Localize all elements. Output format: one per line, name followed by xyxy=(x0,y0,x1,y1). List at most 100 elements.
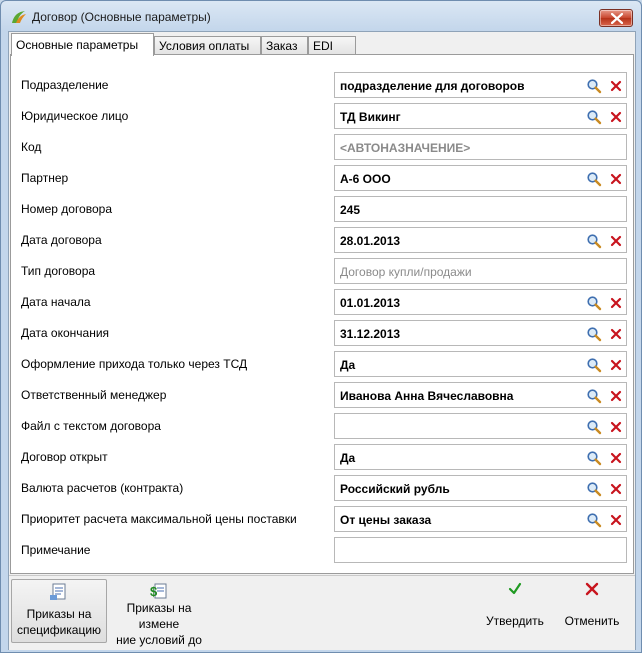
magnifier-icon[interactable] xyxy=(586,233,602,249)
field-value: Да xyxy=(340,358,356,372)
field-label: Договор открыт xyxy=(21,450,108,464)
field-input[interactable]: 31.12.2013 xyxy=(334,320,627,346)
magnifier-icon[interactable] xyxy=(586,357,602,373)
form-row: Тип договора Договор купли/продажи xyxy=(11,258,633,284)
tab-strip: Основные параметры Условия оплаты Заказ … xyxy=(10,33,630,56)
button-label: измене xyxy=(138,617,180,631)
button-label: Утвердить xyxy=(486,614,544,628)
field-input[interactable]: <АВТОНАЗНАЧЕНИЕ> xyxy=(334,134,627,160)
field-input[interactable]: Иванова Анна Вячеславовна xyxy=(334,382,627,408)
field-input[interactable]: подразделение для договоров xyxy=(334,72,627,98)
main-params-panel: Подразделение подразделение для договоров… xyxy=(10,54,634,574)
field-input[interactable]: Да xyxy=(334,444,627,470)
magnifier-icon[interactable] xyxy=(586,171,602,187)
condition-change-orders-button[interactable]: $ Приказы на измене ние условий до xyxy=(111,579,207,647)
red-x-icon[interactable] xyxy=(608,419,624,435)
svg-text:$: $ xyxy=(150,584,158,599)
tab-main-params[interactable]: Основные параметры xyxy=(11,33,154,56)
field-value: Российский рубль xyxy=(340,482,450,496)
button-label: Приказы на xyxy=(26,607,92,621)
form-row: Юридическое лицо ТД Викинг xyxy=(11,103,633,129)
magnifier-icon[interactable] xyxy=(586,295,602,311)
field-value: 31.12.2013 xyxy=(340,327,401,341)
field-value: А-6 ООО xyxy=(340,172,391,186)
field-value: Да xyxy=(340,451,356,465)
tab-label: Условия оплаты xyxy=(159,39,250,53)
red-x-icon[interactable] xyxy=(608,295,624,311)
field-value: 245 xyxy=(340,203,361,217)
form-row: Номер договора 245 xyxy=(11,196,633,222)
field-label: Подразделение xyxy=(21,78,109,92)
field-input[interactable]: А-6 ООО xyxy=(334,165,627,191)
tab-edi[interactable]: EDI xyxy=(308,36,356,55)
form-row: Партнер А-6 ООО xyxy=(11,165,633,191)
field-input[interactable]: Российский рубль xyxy=(334,475,627,501)
cancel-button[interactable]: Отменить xyxy=(560,579,624,635)
form-row: Файл с текстом договора xyxy=(11,413,633,439)
field-label: Дата начала xyxy=(21,295,91,309)
form-row: Приоритет расчета максимальной цены пост… xyxy=(11,506,633,532)
magnifier-icon[interactable] xyxy=(586,388,602,404)
magnifier-icon[interactable] xyxy=(586,109,602,125)
red-x-icon[interactable] xyxy=(608,233,624,249)
form-row: Дата договора 28.01.2013 xyxy=(11,227,633,253)
magnifier-icon[interactable] xyxy=(586,450,602,466)
magnifier-icon[interactable] xyxy=(586,326,602,342)
field-value: <АВТОНАЗНАЧЕНИЕ> xyxy=(340,141,471,155)
field-value: подразделение для договоров xyxy=(340,79,525,93)
window-close-button[interactable] xyxy=(599,9,633,27)
magnifier-icon[interactable] xyxy=(586,481,602,497)
field-label: Ответственный менеджер xyxy=(21,388,167,402)
field-label: Партнер xyxy=(21,171,69,185)
field-input[interactable]: От цены заказа xyxy=(334,506,627,532)
red-x-icon[interactable] xyxy=(608,512,624,528)
red-x-icon[interactable] xyxy=(608,171,624,187)
bottom-toolbar: Приказы на спецификацию $ Приказы на изм… xyxy=(9,575,635,650)
field-input[interactable] xyxy=(334,413,627,439)
title-bar[interactable]: Договор (Основные параметры) xyxy=(1,1,641,31)
tab-payment-terms[interactable]: Условия оплаты xyxy=(154,36,261,55)
form-row: Ответственный менеджер Иванова Анна Вячес… xyxy=(11,382,633,408)
button-label: Отменить xyxy=(564,614,620,628)
button-label: спецификацию xyxy=(16,623,102,637)
field-placeholder: Договор купли/продажи xyxy=(340,265,472,279)
field-label: Юридическое лицо xyxy=(21,109,129,123)
dialog-client-area: Основные параметры Условия оплаты Заказ … xyxy=(8,31,636,650)
red-x-icon[interactable] xyxy=(608,326,624,342)
field-input[interactable] xyxy=(334,537,627,563)
field-input[interactable]: ТД Викинг xyxy=(334,103,627,129)
red-x-icon[interactable] xyxy=(608,109,624,125)
field-value: ТД Викинг xyxy=(340,110,401,124)
tab-label: Основные параметры xyxy=(16,38,139,52)
field-label: Код xyxy=(21,140,42,154)
red-x-icon[interactable] xyxy=(608,388,624,404)
red-x-icon[interactable] xyxy=(608,450,624,466)
field-input[interactable]: Да xyxy=(334,351,627,377)
field-label: Примечание xyxy=(21,543,91,557)
red-x-icon[interactable] xyxy=(608,481,624,497)
field-value: 01.01.2013 xyxy=(340,296,401,310)
magnifier-icon[interactable] xyxy=(586,419,602,435)
field-input[interactable]: Договор купли/продажи xyxy=(334,258,627,284)
magnifier-icon[interactable] xyxy=(586,512,602,528)
form-row: Валюта расчетов (контракта) Российский ру… xyxy=(11,475,633,501)
magnifier-icon[interactable] xyxy=(586,78,602,94)
field-value: 28.01.2013 xyxy=(340,234,401,248)
field-label: Файл с текстом договора xyxy=(21,419,161,433)
field-input[interactable]: 28.01.2013 xyxy=(334,227,627,253)
field-value: От цены заказа xyxy=(340,513,432,527)
approve-button[interactable]: Утвердить xyxy=(483,579,547,635)
form-row: Дата окончания 31.12.2013 xyxy=(11,320,633,346)
field-label: Дата окончания xyxy=(21,326,110,340)
red-x-icon[interactable] xyxy=(608,78,624,94)
green-check-icon xyxy=(508,582,522,595)
field-input[interactable]: 245 xyxy=(334,196,627,222)
tab-order[interactable]: Заказ xyxy=(261,36,308,55)
close-icon xyxy=(611,13,623,24)
field-value: Иванова Анна Вячеславовна xyxy=(340,389,514,403)
red-x-icon[interactable] xyxy=(608,357,624,373)
spec-orders-button[interactable]: Приказы на спецификацию xyxy=(11,579,107,643)
field-input[interactable]: 01.01.2013 xyxy=(334,289,627,315)
form-row: Подразделение подразделение для договоров xyxy=(11,72,633,98)
window-title: Договор (Основные параметры) xyxy=(32,10,211,24)
